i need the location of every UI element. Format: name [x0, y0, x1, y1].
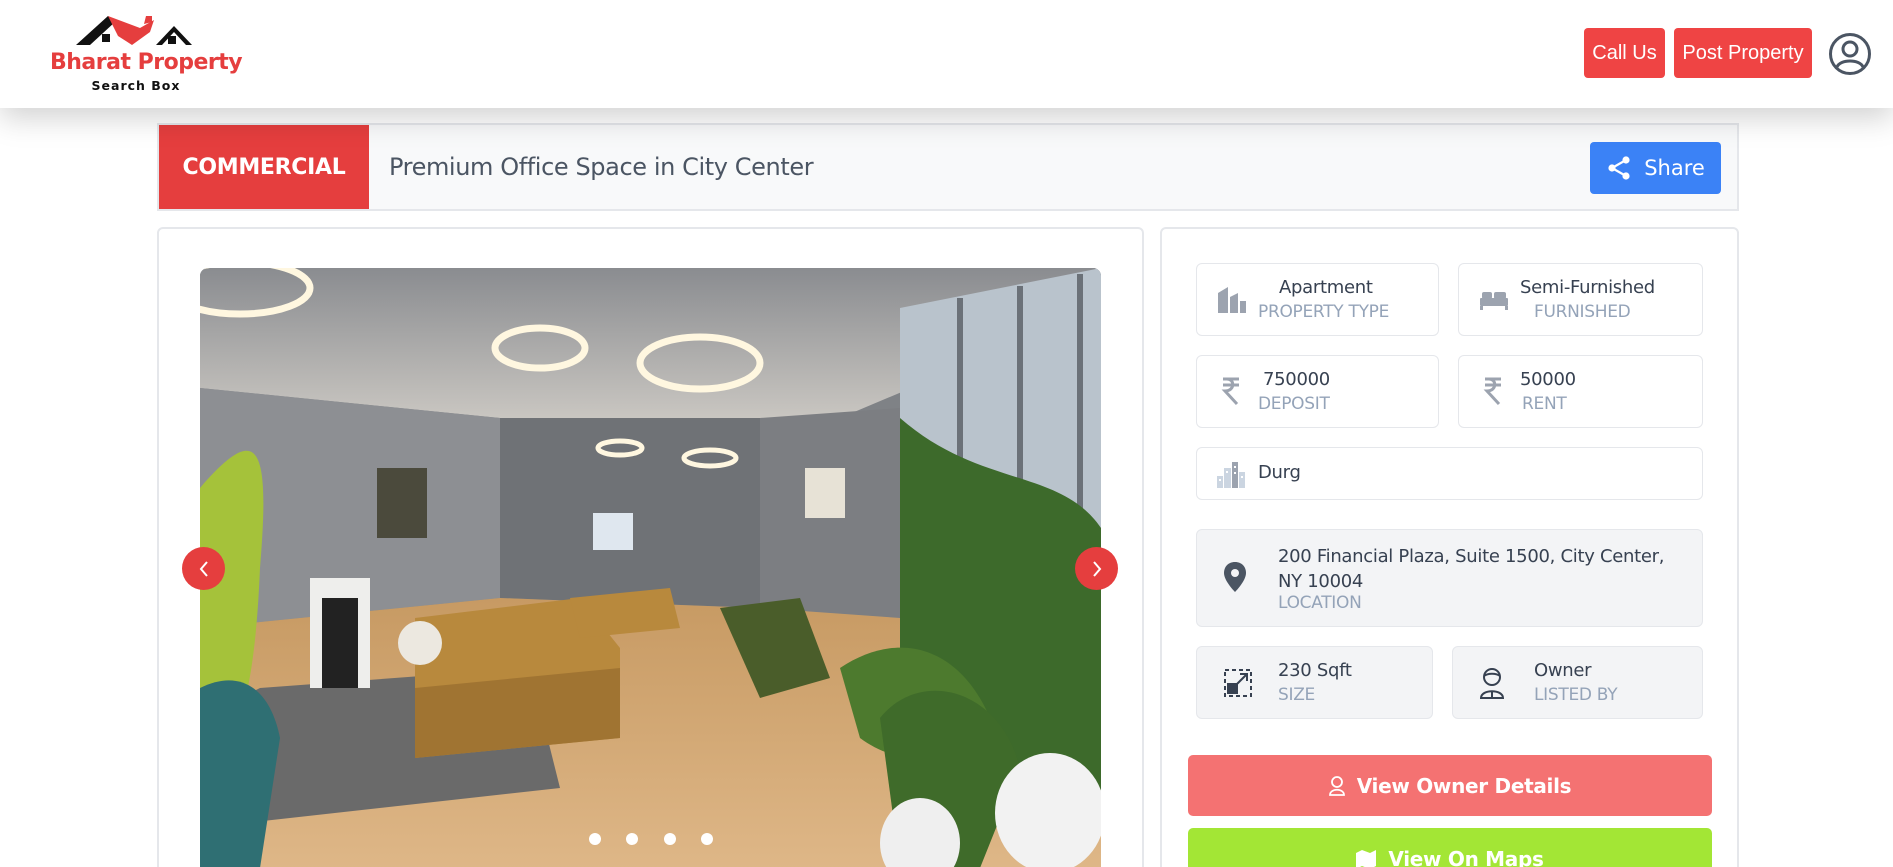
furnished-value: Semi-Furnished [1520, 277, 1655, 298]
location-label: LOCATION [1278, 593, 1362, 613]
deposit-value: 750000 [1263, 369, 1330, 390]
view-on-maps-button[interactable]: View On Maps [1188, 828, 1712, 867]
share-label: Share [1644, 156, 1705, 180]
view-owner-details-label: View Owner Details [1356, 773, 1572, 798]
view-on-maps-label: View On Maps [1388, 846, 1544, 867]
rent-tile: 50000 RENT [1458, 355, 1703, 428]
deposit-label: DEPOSIT [1258, 394, 1330, 414]
property-type-label: PROPERTY TYPE [1258, 302, 1390, 322]
listing-title-bar: COMMERCIAL Premium Office Space in City … [157, 123, 1739, 211]
property-type-tile: Apartment PROPERTY TYPE [1196, 263, 1439, 336]
property-type-value: Apartment [1279, 277, 1373, 298]
gallery-next-button[interactable] [1075, 547, 1118, 590]
map-pin-icon [1224, 562, 1246, 592]
owner-icon [1328, 775, 1345, 796]
listed-by-value: Owner [1534, 660, 1592, 681]
map-icon [1356, 849, 1377, 867]
size-value: 230 Sqft [1278, 660, 1352, 681]
brand-logo[interactable]: Bharat Property Search Box [48, 12, 243, 98]
rent-value: 50000 [1520, 369, 1576, 390]
office-interior-image [200, 268, 1101, 867]
building-icon [1218, 287, 1246, 313]
user-circle-icon[interactable] [1828, 32, 1872, 76]
rent-label: RENT [1522, 394, 1567, 414]
location-value: 200 Financial Plaza, Suite 1500, City Ce… [1278, 546, 1665, 592]
brand-tagline: Search Box [91, 78, 181, 93]
gallery-dot-3[interactable] [664, 833, 676, 845]
furnished-tile: Semi-Furnished FURNISHED [1458, 263, 1703, 336]
city-icon [1217, 462, 1245, 488]
resize-icon [1224, 669, 1252, 697]
furnished-label: FURNISHED [1534, 302, 1631, 322]
gallery-dot-2[interactable] [626, 833, 638, 845]
listed-by-label: LISTED BY [1534, 685, 1618, 705]
share-button[interactable]: Share [1590, 142, 1721, 194]
deposit-tile: 750000 DEPOSIT [1196, 355, 1439, 428]
gallery-dot-4[interactable] [701, 833, 713, 845]
view-owner-details-button[interactable]: View Owner Details [1188, 755, 1712, 816]
bed-icon [1480, 292, 1508, 310]
chevron-left-icon [199, 560, 208, 577]
property-title: Premium Office Space in City Center [389, 153, 814, 181]
size-tile: 230 Sqft SIZE [1196, 646, 1433, 719]
property-photo [200, 268, 1101, 867]
city-tile: Durg [1196, 447, 1703, 500]
rupee-icon [1221, 377, 1239, 406]
share-icon [1608, 156, 1630, 180]
post-property-button[interactable]: Post Property [1674, 28, 1812, 78]
gallery-prev-button[interactable] [182, 547, 225, 590]
brand-name: Bharat Property [50, 50, 243, 75]
category-badge: COMMERCIAL [159, 125, 369, 209]
chevron-right-icon [1092, 560, 1101, 577]
rupee-icon [1483, 377, 1501, 406]
location-tile: 200 Financial Plaza, Suite 1500, City Ce… [1196, 529, 1703, 627]
person-icon [1479, 668, 1505, 699]
call-us-button[interactable]: Call Us [1584, 28, 1665, 78]
size-label: SIZE [1278, 685, 1315, 705]
top-header: Bharat Property Search Box Call Us Post … [0, 0, 1893, 108]
listed-by-tile: Owner LISTED BY [1452, 646, 1703, 719]
city-value: Durg [1258, 462, 1301, 483]
house-roof-logo-icon [76, 16, 192, 45]
gallery-dot-1[interactable] [589, 833, 601, 845]
